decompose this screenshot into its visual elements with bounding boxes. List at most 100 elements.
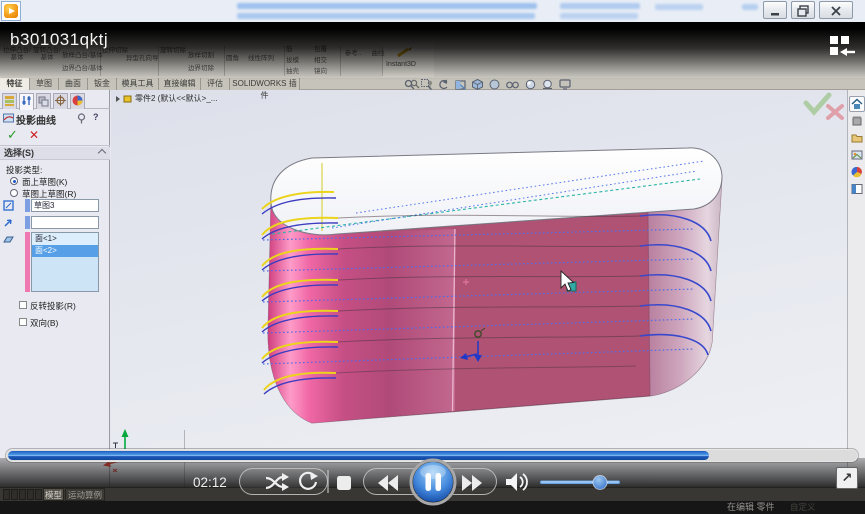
- sketch-selection-field[interactable]: 草图3: [31, 199, 99, 212]
- minimize-icon: [770, 5, 780, 17]
- window-restore-button[interactable]: [791, 1, 815, 19]
- flyout-arrow-icon[interactable]: [116, 96, 120, 102]
- zoom-fit-icon[interactable]: [404, 79, 415, 90]
- tab-nav-menu-button[interactable]: [35, 489, 42, 500]
- radio-sketch-on-face[interactable]: [10, 177, 18, 185]
- selection-group-label: 选择(S): [4, 148, 34, 158]
- file-explorer-button[interactable]: [849, 130, 865, 146]
- volume-controls: [504, 468, 634, 498]
- home-icon: [851, 98, 863, 110]
- repeat-button[interactable]: [296, 470, 320, 493]
- configurationmanager-icon: [37, 94, 50, 107]
- radio-sketch-on-face-label[interactable]: 面上草图(K): [22, 176, 67, 188]
- graphics-viewport[interactable]: [111, 90, 847, 487]
- bidirectional-checkbox[interactable]: [19, 318, 27, 326]
- pause-icon: [426, 473, 432, 491]
- task-pane-strip: [847, 90, 865, 487]
- collapse-chevron-icon[interactable]: [98, 149, 106, 157]
- previous-view-icon[interactable]: [438, 79, 449, 90]
- cancel-button[interactable]: ✕: [29, 128, 39, 142]
- part-icon: [123, 94, 132, 103]
- dimxpertmanager-tab[interactable]: [53, 93, 68, 109]
- blurred-link: [655, 4, 703, 10]
- stop-button[interactable]: [337, 476, 351, 490]
- face-list-item-selected[interactable]: 面<2>: [32, 245, 98, 257]
- volume-icon[interactable]: [506, 473, 527, 491]
- sketch-field-bar: [25, 199, 30, 212]
- model-tab[interactable]: 模型: [43, 488, 64, 501]
- status-editing-label: 在编辑 零件: [727, 501, 775, 514]
- divider: [0, 145, 110, 146]
- direction-arrow-icon: [3, 217, 14, 228]
- controls-divider: [327, 470, 329, 493]
- dimxpert-icon: [54, 94, 67, 107]
- design-library-button[interactable]: [849, 113, 865, 129]
- ok-button[interactable]: ✓: [7, 127, 18, 143]
- edit-appearance-icon[interactable]: [525, 79, 536, 90]
- heads-up-toolbar: [404, 79, 571, 90]
- face-selection-list[interactable]: 面<1> 面<2>: [31, 232, 99, 292]
- video-progress-fill: [8, 451, 709, 460]
- tab-nav-prev-button[interactable]: [11, 489, 18, 500]
- video-title: b301031qktj: [10, 30, 108, 50]
- library-icon: [851, 115, 863, 127]
- radio-sketch-on-sketch[interactable]: [10, 189, 18, 197]
- restore-icon: [797, 5, 809, 17]
- resources-button[interactable]: [849, 96, 865, 112]
- configurationmanager-tab[interactable]: [36, 93, 51, 109]
- time-display: 02:12: [193, 475, 227, 490]
- blurred-link: [560, 13, 638, 19]
- feature-tree-breadcrumb[interactable]: 零件2 (默认<<默认>_...: [116, 93, 217, 104]
- tab-nav-first-button[interactable]: [3, 489, 10, 500]
- window-minimize-button[interactable]: [763, 1, 787, 19]
- displaymanager-tab[interactable]: [70, 93, 85, 109]
- screen: 拉伸凸台/基体 旋转凸台/基体 放样凸台/基体 边界凸台/基体 拉伸切除 异型孔…: [0, 0, 865, 514]
- featuremanager-tab[interactable]: [2, 93, 17, 109]
- view-orientation-icon[interactable]: [472, 79, 483, 90]
- direction-selection-field[interactable]: [31, 216, 99, 229]
- view-palette-button[interactable]: [849, 147, 865, 163]
- tab-nav-next-button[interactable]: [19, 489, 26, 500]
- shuffle-button[interactable]: [262, 470, 292, 493]
- appearances-button[interactable]: [849, 164, 865, 180]
- status-custom-label[interactable]: 自定义: [790, 501, 816, 514]
- face-list-item[interactable]: 面<1>: [32, 233, 98, 245]
- fullscreen-button[interactable]: ↗: [836, 467, 858, 489]
- view-settings-icon[interactable]: [559, 79, 571, 90]
- projection-type-label: 投影类型:: [6, 164, 42, 176]
- fast-forward-button[interactable]: [458, 474, 486, 492]
- properties-panel-icon: [851, 183, 863, 195]
- window-close-button[interactable]: [819, 1, 853, 19]
- reverse-projection-label[interactable]: 反转投影(R): [30, 300, 76, 312]
- play-icon: [4, 4, 18, 18]
- close-icon: [830, 5, 842, 17]
- blurred-link: [237, 13, 535, 19]
- hide-show-items-icon[interactable]: [506, 79, 519, 90]
- direction-field-bar: [25, 216, 30, 229]
- help-icon[interactable]: ?: [93, 112, 99, 122]
- selection-group-header[interactable]: 选择(S): [0, 147, 110, 160]
- player-favicon-icon: [1, 1, 21, 21]
- property-manager-title: 投影曲线: [16, 112, 56, 127]
- section-view-icon[interactable]: [455, 79, 466, 90]
- zoom-area-icon[interactable]: [421, 79, 432, 90]
- volume-knob[interactable]: [593, 476, 607, 490]
- apply-scene-icon[interactable]: [542, 79, 553, 90]
- display-style-icon[interactable]: [489, 79, 500, 90]
- reverse-projection-checkbox[interactable]: [19, 301, 27, 309]
- featuremanager-icon: [3, 94, 16, 107]
- pause-button[interactable]: [405, 456, 461, 512]
- custom-properties-button[interactable]: [849, 181, 865, 197]
- color-wheel-icon: [851, 166, 863, 178]
- manager-tab-strip: [0, 92, 110, 109]
- motion-study-tab[interactable]: 运动算例1: [65, 488, 105, 501]
- pause-icon: [436, 473, 442, 491]
- propertymanager-tab[interactable]: [19, 93, 34, 110]
- face-select-icon: [3, 234, 14, 245]
- folder-icon: [851, 132, 863, 144]
- keep-visible-pin-icon[interactable]: [76, 113, 87, 124]
- bidirectional-label[interactable]: 双向(B): [30, 317, 58, 329]
- blurred-link: [560, 3, 640, 9]
- rewind-button[interactable]: [374, 474, 402, 492]
- tab-nav-last-button[interactable]: [27, 489, 34, 500]
